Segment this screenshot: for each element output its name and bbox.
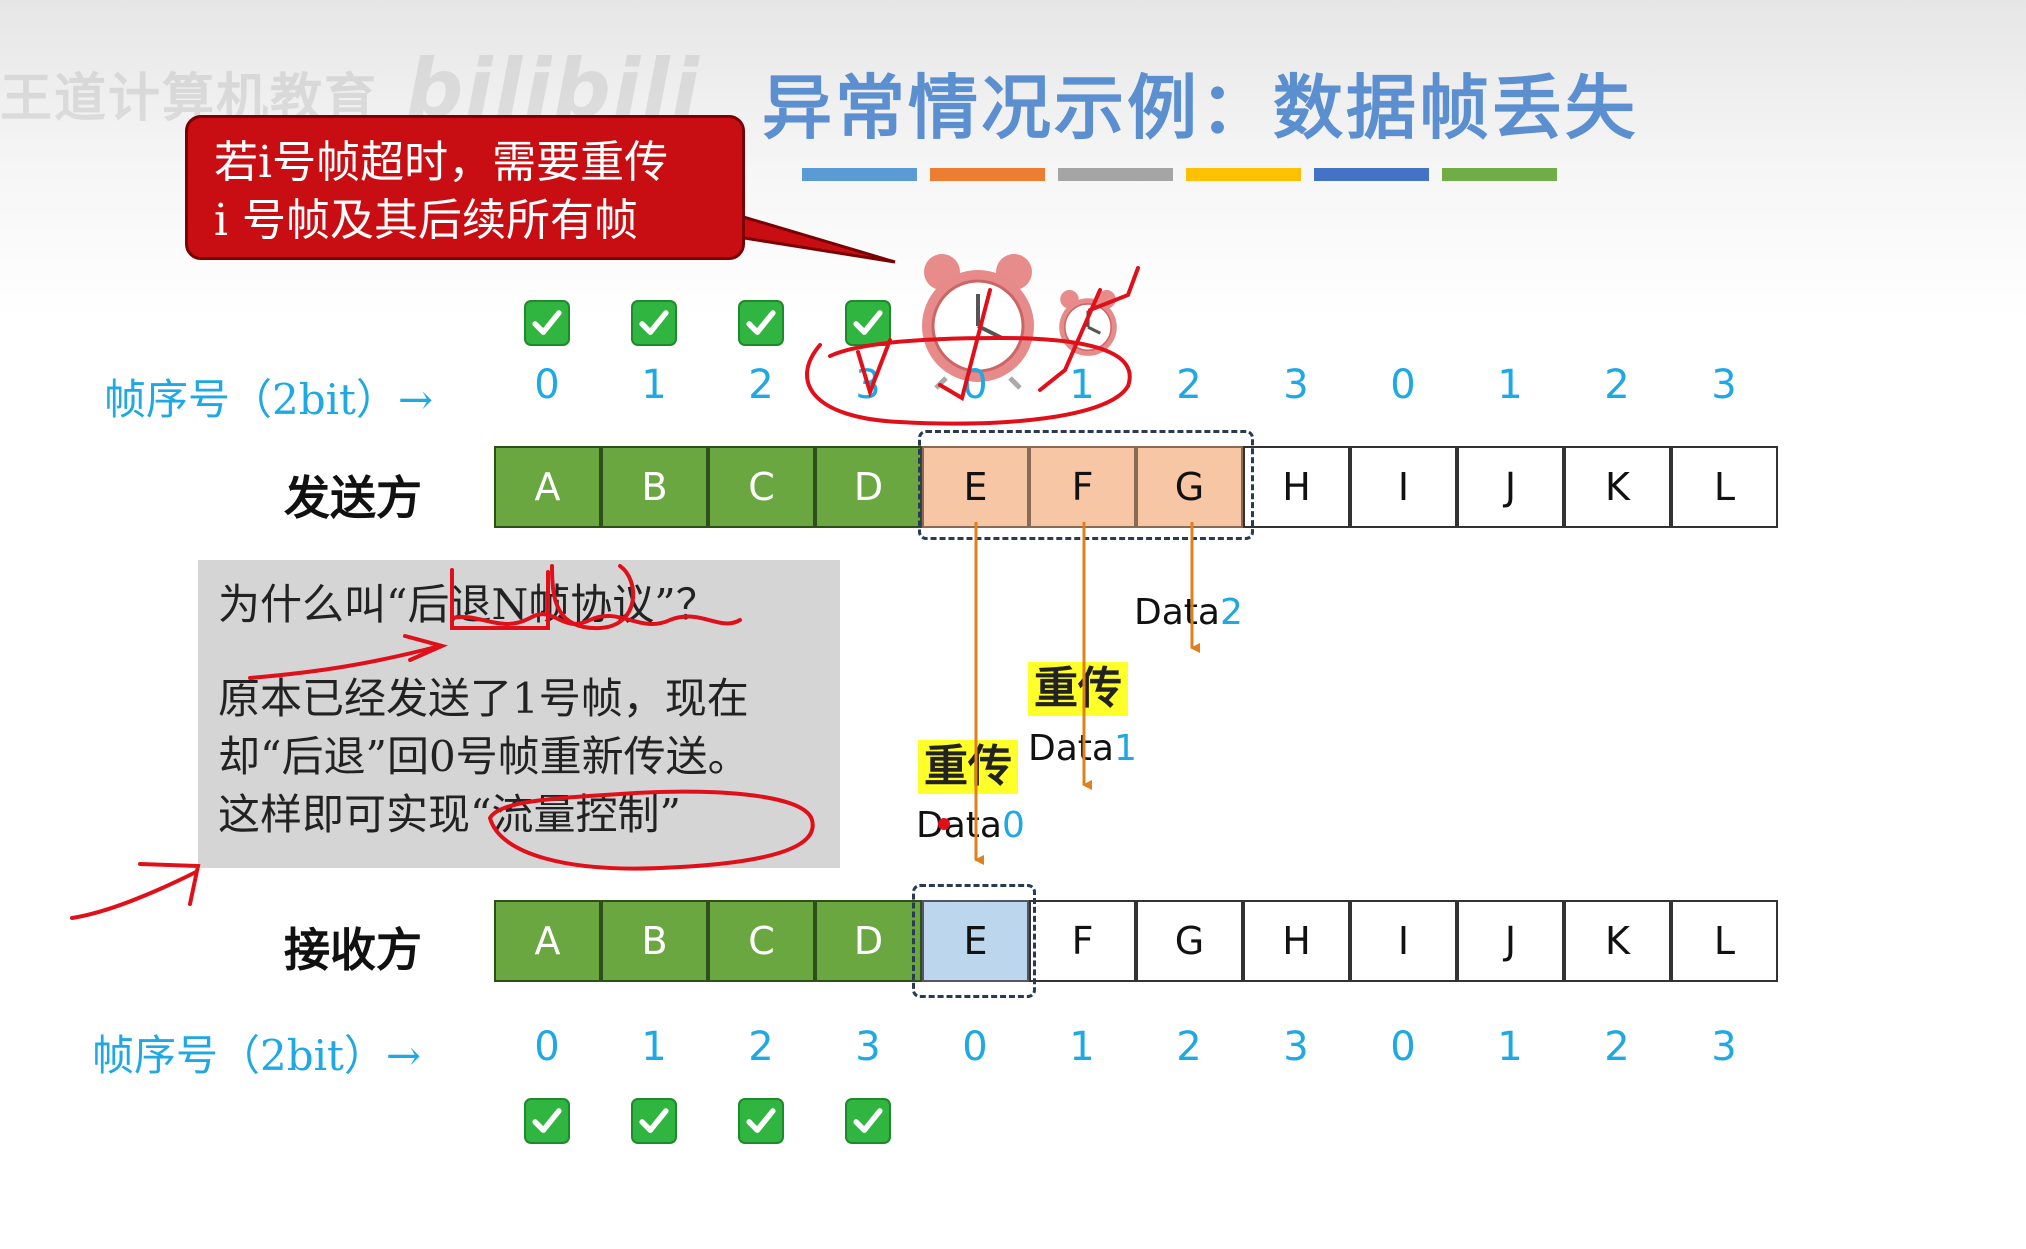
note-answer-2: 却“后退”回0号帧重新传送。: [218, 732, 750, 781]
data-prefix-2: Data: [1134, 592, 1220, 633]
receiver-seq-number: 0: [1390, 1024, 1416, 1070]
note-answer-3: 这样即可实现“流量控制”: [218, 790, 681, 839]
data-prefix-0: Data: [916, 805, 1002, 846]
sender-seq-number: 0: [1390, 362, 1416, 408]
data-label-0: Data0: [916, 805, 1025, 846]
sender-frame-i: I: [1350, 446, 1457, 528]
sender-frame-h: H: [1243, 446, 1350, 528]
sender-seq-number: 0: [962, 362, 988, 408]
receiver-seq-number: 3: [1283, 1024, 1309, 1070]
receiver-seq-number: 3: [855, 1024, 881, 1070]
receiver-seq-number: 0: [962, 1024, 988, 1070]
title-underline-segment: [1442, 168, 1557, 181]
sender-frame-j: J: [1457, 446, 1564, 528]
sender-seq-number: 1: [641, 362, 667, 408]
title-underline-segment: [930, 168, 1045, 181]
receiver-frame-i: I: [1350, 900, 1457, 982]
receiver-frame-g: G: [1136, 900, 1243, 982]
receiver-frame-f: F: [1029, 900, 1136, 982]
checkmark-icon: [845, 1098, 891, 1144]
sender-seq-number: 0: [534, 362, 560, 408]
title-underline-segment: [802, 168, 917, 181]
receiver-seq-label: 帧序号（2bit）→: [92, 1031, 422, 1080]
sender-window: [918, 430, 1254, 540]
receiver-seq-number: 3: [1711, 1024, 1737, 1070]
sender-frame-k: K: [1564, 446, 1671, 528]
data-index-2: 2: [1219, 592, 1243, 633]
receiver-frame-d: D: [815, 900, 922, 982]
receiver-frame-l: L: [1671, 900, 1778, 982]
note-answer-1: 原本已经发送了1号帧，现在: [218, 674, 749, 723]
checkmark-icon: [524, 300, 570, 346]
sender-frame-d: D: [815, 446, 922, 528]
sender-seq-number: 1: [1069, 362, 1095, 408]
resend-label-1: 重传: [1028, 662, 1128, 716]
receiver-seq-number: 1: [641, 1024, 667, 1070]
note-question: 为什么叫“后退N帧协议”？: [218, 580, 718, 629]
receiver-frame-a: A: [494, 900, 601, 982]
sender-seq-number: 2: [1604, 362, 1630, 408]
sender-seq-number: 3: [1711, 362, 1737, 408]
receiver-frame-b: B: [601, 900, 708, 982]
checkmark-icon: [845, 300, 891, 346]
receiver-seq-number: 2: [1176, 1024, 1202, 1070]
sender-seq-number: 3: [1283, 362, 1309, 408]
sender-seq-number: 1: [1497, 362, 1523, 408]
receiver-label: 接收方: [284, 923, 422, 977]
receiver-seq-number: 2: [748, 1024, 774, 1070]
receiver-frame-h: H: [1243, 900, 1350, 982]
receiver-frame-k: K: [1564, 900, 1671, 982]
receiver-window: [912, 884, 1036, 998]
sender-frame-b: B: [601, 446, 708, 528]
sender-frame-l: L: [1671, 446, 1778, 528]
explanation-box: 为什么叫“后退N帧协议”？ 原本已经发送了1号帧，现在 却“后退”回0号帧重新传…: [198, 560, 840, 868]
receiver-seq-number: 2: [1604, 1024, 1630, 1070]
checkmark-icon: [738, 1098, 784, 1144]
sender-label: 发送方: [284, 471, 422, 525]
sender-frame-a: A: [494, 446, 601, 528]
sender-seq-number: 2: [1176, 362, 1202, 408]
data-label-1: Data1: [1028, 728, 1137, 769]
callout-line-1: 若i号帧超时，需要重传: [214, 137, 669, 188]
checkmark-icon: [524, 1098, 570, 1144]
timeout-callout: 若i号帧超时，需要重传 i 号帧及其后续所有帧: [185, 115, 745, 260]
data-label-2: Data2: [1134, 592, 1243, 633]
receiver-seq-number: 1: [1497, 1024, 1523, 1070]
receiver-seq-number: 1: [1069, 1024, 1095, 1070]
data-index-1: 1: [1113, 728, 1137, 769]
alarm-clock-small-icon: [1059, 290, 1117, 356]
checkmark-icon: [631, 1098, 677, 1144]
resend-label-0: 重传: [918, 740, 1018, 794]
sender-seq-number: 2: [748, 362, 774, 408]
sender-seq-label: 帧序号（2bit）→: [104, 375, 434, 424]
checkmark-icon: [631, 300, 677, 346]
data-prefix-1: Data: [1028, 728, 1114, 769]
sender-seq-number: 3: [855, 362, 881, 408]
receiver-frame-c: C: [708, 900, 815, 982]
receiver-seq-number: 0: [534, 1024, 560, 1070]
checkmark-icon: [738, 300, 784, 346]
data-index-0: 0: [1001, 805, 1025, 846]
receiver-frame-j: J: [1457, 900, 1564, 982]
title-underline-segment: [1186, 168, 1301, 181]
callout-line-2: i 号帧及其后续所有帧: [214, 195, 639, 246]
title-underline-segment: [1314, 168, 1429, 181]
slide-title: 异常情况示例：数据帧丢失: [762, 66, 1638, 149]
sender-frame-c: C: [708, 446, 815, 528]
title-underline-segment: [1058, 168, 1173, 181]
